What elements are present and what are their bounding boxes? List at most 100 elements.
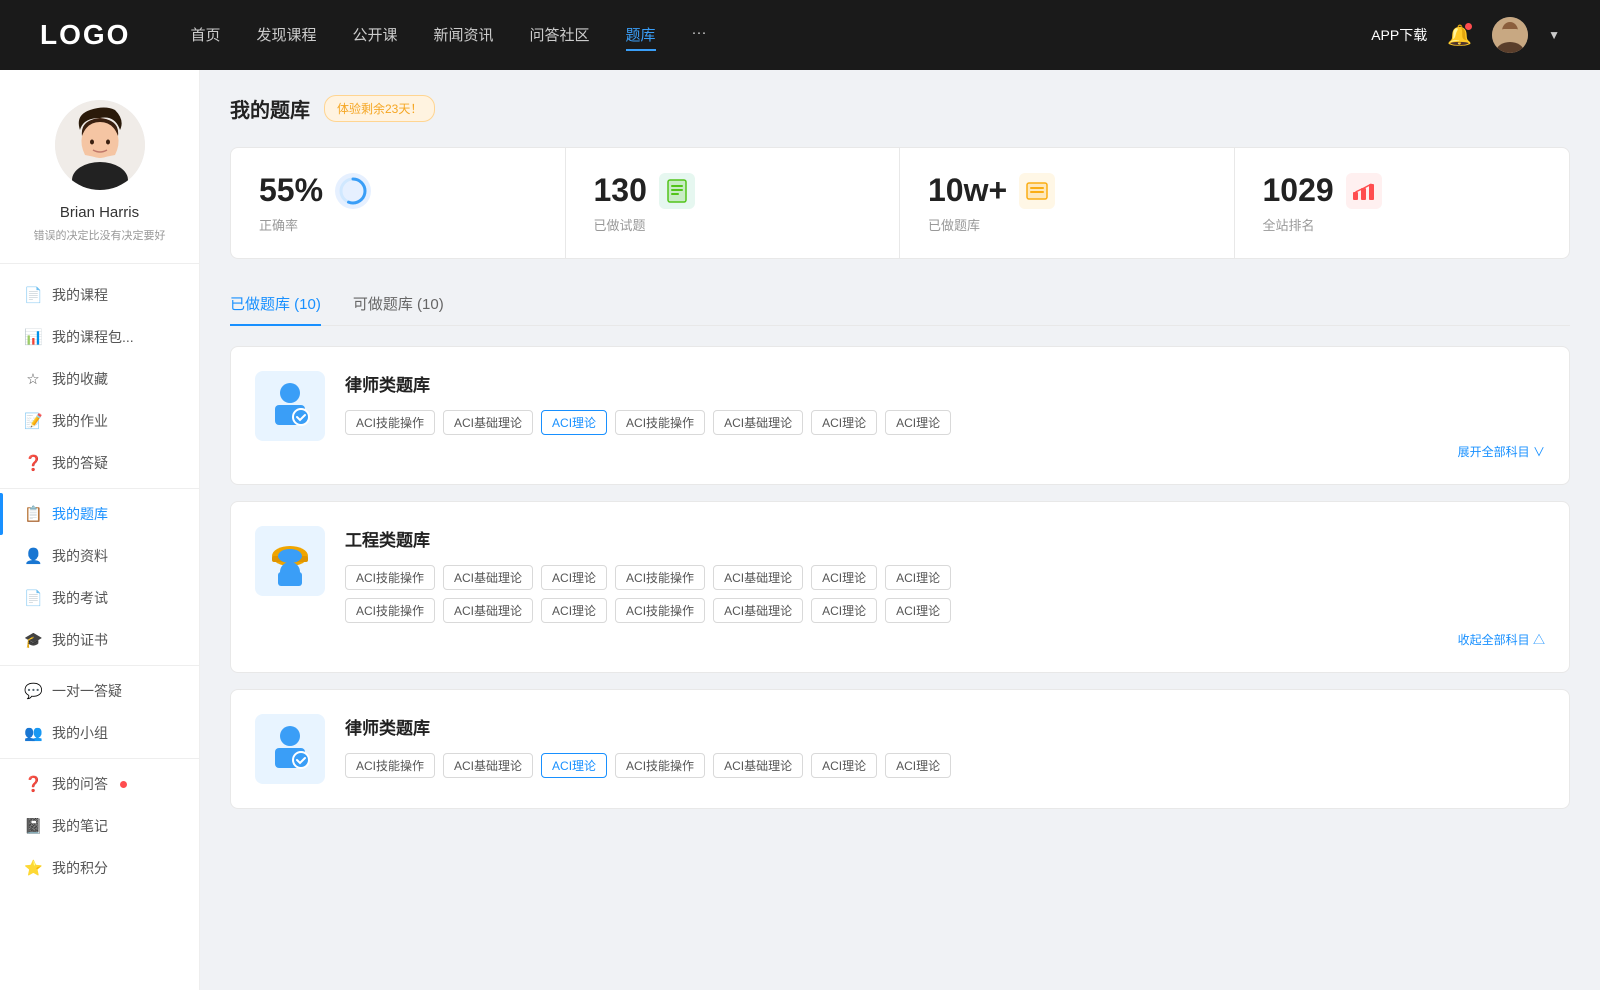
logo: LOGO [40, 19, 130, 51]
sidebar-item-10[interactable]: 👥 我的小组 [0, 712, 199, 754]
tag-2-0[interactable]: ACI技能操作 [345, 753, 435, 778]
tag-1-5[interactable]: ACI理论 [811, 565, 877, 590]
navbar: LOGO 首页 发现课程 公开课 新闻资讯 问答社区 题库 ··· APP下载 … [0, 0, 1600, 70]
tag-1-4[interactable]: ACI基础理论 [713, 565, 803, 590]
sidebar-item-8[interactable]: 🎓我的证书 [0, 619, 199, 661]
tag-2-5[interactable]: ACI理论 [811, 753, 877, 778]
stat-value-ranking: 1029 [1263, 172, 1334, 209]
stat-value-banks: 10w+ [928, 172, 1007, 209]
bank-card-1: 工程类题库 ACI技能操作 ACI基础理论 ACI理论 ACI技能操作 ACI基… [230, 501, 1570, 673]
nav-links: 首页 发现课程 公开课 新闻资讯 问答社区 题库 ··· [190, 20, 1371, 51]
tag-2-1[interactable]: ACI基础理论 [443, 753, 533, 778]
sidebar-icon-3: 📝 [24, 412, 42, 430]
tag-1b-6[interactable]: ACI理论 [885, 598, 951, 623]
sidebar-item-2[interactable]: ☆我的收藏 [0, 358, 199, 400]
sidebar-icon-9: 💬 [24, 682, 42, 700]
stat-value-questions: 130 [594, 172, 647, 209]
tag-2-6[interactable]: ACI理论 [885, 753, 951, 778]
tag-0-0[interactable]: ACI技能操作 [345, 410, 435, 435]
sidebar-item-9[interactable]: 💬一对一答疑 [0, 670, 199, 712]
tag-0-6[interactable]: ACI理论 [885, 410, 951, 435]
sidebar-icon-1: 📊 [24, 328, 42, 346]
sidebar-icon-12: 📓 [24, 817, 42, 835]
menu-dot-11 [120, 781, 127, 788]
tab-available[interactable]: 可做题库 (10) [353, 283, 444, 326]
sidebar-label-0: 我的课程 [52, 285, 108, 305]
stat-value-correct: 55% [259, 172, 323, 209]
sidebar-icon-4: ❓ [24, 454, 42, 472]
stat-icon-banks [1019, 173, 1055, 209]
sidebar-icon-10: 👥 [24, 724, 42, 742]
tag-1-6[interactable]: ACI理论 [885, 565, 951, 590]
tag-1b-1[interactable]: ACI基础理论 [443, 598, 533, 623]
bank-title-0: 律师类题库 [345, 371, 1545, 396]
sidebar-label-6: 我的资料 [52, 546, 108, 566]
sidebar-profile: Brian Harris 错误的决定比没有决定要好 [0, 70, 199, 264]
stat-label-questions: 已做试题 [594, 215, 872, 234]
sidebar-icon-8: 🎓 [24, 631, 42, 649]
sidebar-item-1[interactable]: 📊我的课程包... [0, 316, 199, 358]
nav-link-open[interactable]: 公开课 [352, 20, 397, 51]
sidebar-item-0[interactable]: 📄 我的课程 [0, 274, 199, 316]
bank-title-1: 工程类题库 [345, 526, 1545, 551]
tag-1-0[interactable]: ACI技能操作 [345, 565, 435, 590]
profile-motto: 错误的决定比没有决定要好 [34, 227, 166, 243]
sidebar-divider-11 [0, 758, 199, 759]
stats-row: 55% 正确率 130 [230, 147, 1570, 259]
stat-correct-rate: 55% 正确率 [231, 148, 566, 258]
collapse-link-1[interactable]: 收起全部科目 △ [345, 631, 1545, 648]
sidebar-item-11[interactable]: ❓我的问答 [0, 763, 199, 805]
tags-row-2: ACI技能操作 ACI基础理论 ACI理论 ACI技能操作 ACI基础理论 AC… [345, 753, 1545, 778]
trial-badge: 体验剩余23天！ [324, 95, 435, 122]
tag-1b-5[interactable]: ACI理论 [811, 598, 877, 623]
tag-1b-2[interactable]: ACI理论 [541, 598, 607, 623]
nav-link-news[interactable]: 新闻资讯 [434, 20, 494, 51]
sidebar-icon-0: 📄 [24, 286, 42, 304]
tag-0-3[interactable]: ACI技能操作 [615, 410, 705, 435]
nav-link-home[interactable]: 首页 [190, 20, 220, 51]
tag-1-2[interactable]: ACI理论 [541, 565, 607, 590]
sidebar-item-13[interactable]: ⭐我的积分 [0, 847, 199, 889]
bank-body-0: 律师类题库 ACI技能操作 ACI基础理论 ACI理论 ACI技能操作 ACI基… [345, 371, 1545, 460]
sidebar-icon-2: ☆ [24, 370, 42, 388]
tag-0-5[interactable]: ACI理论 [811, 410, 877, 435]
bank-title-2: 律师类题库 [345, 714, 1545, 739]
app-download-btn[interactable]: APP下载 [1371, 25, 1427, 45]
sidebar: Brian Harris 错误的决定比没有决定要好 📄 我的课程 📊我的课程包...… [0, 70, 200, 990]
tag-2-3[interactable]: ACI技能操作 [615, 753, 705, 778]
tag-1b-3[interactable]: ACI技能操作 [615, 598, 705, 623]
sidebar-menu: 📄我的课程📊我的课程包...☆我的收藏📝我的作业❓我的答疑📋我的题库👤我的资料📄… [0, 264, 199, 899]
notification-bell-icon[interactable]: 🔔 [1447, 23, 1472, 48]
tag-0-4[interactable]: ACI基础理论 [713, 410, 803, 435]
tag-2-4[interactable]: ACI基础理论 [713, 753, 803, 778]
stat-icon-questions [659, 173, 695, 209]
stat-label-ranking: 全站排名 [1263, 215, 1542, 234]
stat-done-questions: 130 已做试题 [566, 148, 901, 258]
bank-body-1: 工程类题库 ACI技能操作 ACI基础理论 ACI理论 ACI技能操作 ACI基… [345, 526, 1545, 648]
tag-1b-0[interactable]: ACI技能操作 [345, 598, 435, 623]
nav-link-qa[interactable]: 问答社区 [530, 20, 590, 51]
tag-0-2[interactable]: ACI理论 [541, 410, 607, 435]
sidebar-item-6[interactable]: 👤我的资料 [0, 535, 199, 577]
tab-done[interactable]: 已做题库 (10) [230, 283, 321, 326]
sidebar-item-5[interactable]: 📋我的题库 [0, 493, 199, 535]
tag-1b-4[interactable]: ACI基础理论 [713, 598, 803, 623]
tags-row-1b: ACI技能操作 ACI基础理论 ACI理论 ACI技能操作 ACI基础理论 AC… [345, 598, 1545, 623]
nav-link-discover[interactable]: 发现课程 [256, 20, 316, 51]
nav-link-more[interactable]: ··· [692, 20, 707, 51]
user-avatar[interactable] [1492, 17, 1528, 53]
tags-row-0: ACI技能操作 ACI基础理论 ACI理论 ACI技能操作 ACI基础理论 AC… [345, 410, 1545, 435]
main-layout: Brian Harris 错误的决定比没有决定要好 📄 我的课程 📊我的课程包...… [0, 70, 1600, 990]
sidebar-item-3[interactable]: 📝我的作业 [0, 400, 199, 442]
sidebar-item-4[interactable]: ❓我的答疑 [0, 442, 199, 484]
user-menu-chevron-icon[interactable]: ▼ [1548, 28, 1560, 42]
tag-0-1[interactable]: ACI基础理论 [443, 410, 533, 435]
tag-1-1[interactable]: ACI基础理论 [443, 565, 533, 590]
tag-2-2[interactable]: ACI理论 [541, 753, 607, 778]
tag-1-3[interactable]: ACI技能操作 [615, 565, 705, 590]
nav-link-bank[interactable]: 题库 [626, 20, 656, 51]
sidebar-item-12[interactable]: 📓我的笔记 [0, 805, 199, 847]
expand-link-0[interactable]: 展开全部科目 ∨ [345, 443, 1545, 460]
sidebar-item-7[interactable]: 📄我的考试 [0, 577, 199, 619]
sidebar-label-10: 我的小组 [52, 723, 108, 743]
